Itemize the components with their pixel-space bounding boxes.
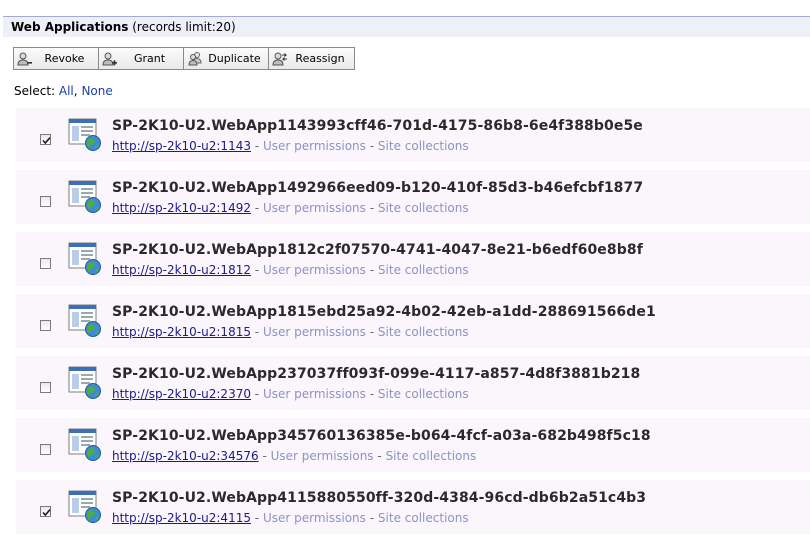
web-app-name: SP-2K10-U2.WebApp237037ff093f-099e-4117-… [112,366,641,382]
web-app-url-link[interactable]: http://sp-2k10-u2:34576 [112,449,259,463]
link-separator: - [369,387,375,401]
web-application-icon [68,118,102,152]
link-separator: - [254,511,260,525]
duplicate-button[interactable]: Duplicate [184,48,269,69]
select-controls: Select: All, None [14,84,113,98]
list-item: SP-2K10-U2.WebApp1143993cff46-701d-4175-… [16,108,810,162]
link-separator: - [369,325,375,339]
web-app-links: http://sp-2k10-u2:1812 - User permission… [112,263,469,277]
checkmark-icon [42,137,51,145]
list-item: SP-2K10-U2.WebApp1812c2f07570-4741-4047-… [16,232,810,286]
link-separator: - [254,387,260,401]
list-item: SP-2K10-U2.WebApp237037ff093f-099e-4117-… [16,356,810,410]
records-limit: (records limit:20) [132,20,236,34]
web-app-name: SP-2K10-U2.WebApp1812c2f07570-4741-4047-… [112,242,643,258]
web-app-name: SP-2K10-U2.WebApp1143993cff46-701d-4175-… [112,118,643,134]
user-remove-icon [17,51,33,67]
web-application-icon [68,180,102,214]
user-permissions-link[interactable]: User permissions [263,139,366,153]
link-separator: - [369,139,375,153]
row-checkbox[interactable] [40,258,51,269]
grant-button[interactable]: Grant [99,48,184,69]
link-separator: - [254,325,260,339]
select-label: Select: [14,84,56,98]
web-app-url-link[interactable]: http://sp-2k10-u2:4115 [112,511,251,525]
web-application-icon [68,490,102,524]
web-app-name: SP-2K10-U2.WebApp1815ebd25a92-4b02-42eb-… [112,304,656,320]
link-separator: - [254,139,260,153]
row-checkbox[interactable] [40,382,51,393]
site-collections-link[interactable]: Site collections [378,201,469,215]
reassign-button[interactable]: Reassign [269,48,354,69]
list-item: SP-2K10-U2.WebApp345760136385e-b064-4fcf… [16,418,810,472]
row-checkbox[interactable] [40,506,51,517]
select-all-link[interactable]: All [59,84,74,98]
user-permissions-link[interactable]: User permissions [263,201,366,215]
web-app-name: SP-2K10-U2.WebApp1492966eed09-b120-410f-… [112,180,644,196]
user-reassign-icon [272,51,288,67]
web-app-links: http://sp-2k10-u2:2370 - User permission… [112,387,469,401]
user-permissions-link[interactable]: User permissions [271,449,374,463]
section-header: Web Applications (records limit:20) [3,16,810,37]
link-separator: - [254,263,260,277]
link-separator: - [262,449,267,463]
site-collections-link[interactable]: Site collections [386,449,477,463]
web-app-name: SP-2K10-U2.WebApp345760136385e-b064-4fcf… [112,428,651,444]
user-permissions-link[interactable]: User permissions [263,511,366,525]
web-app-url-link[interactable]: http://sp-2k10-u2:2370 [112,387,251,401]
link-separator: - [369,511,375,525]
select-none-link[interactable]: None [81,84,112,98]
reassign-label: Reassign [295,52,345,65]
list-item: SP-2K10-U2.WebApp1815ebd25a92-4b02-42eb-… [16,294,810,348]
web-app-url-link[interactable]: http://sp-2k10-u2:1812 [112,263,251,277]
web-app-url-link[interactable]: http://sp-2k10-u2:1143 [112,139,251,153]
web-app-links: http://sp-2k10-u2:1492 - User permission… [112,201,469,215]
user-permissions-link[interactable]: User permissions [263,325,366,339]
web-app-url-link[interactable]: http://sp-2k10-u2:1815 [112,325,251,339]
grant-label: Grant [133,52,166,65]
site-collections-link[interactable]: Site collections [378,511,469,525]
web-app-links: http://sp-2k10-u2:4115 - User permission… [112,511,469,525]
web-application-icon [68,304,102,338]
site-collections-link[interactable]: Site collections [378,325,469,339]
revoke-button[interactable]: Revoke [14,48,99,69]
web-app-links: http://sp-2k10-u2:1815 - User permission… [112,325,469,339]
site-collections-link[interactable]: Site collections [378,263,469,277]
row-checkbox[interactable] [40,196,51,207]
toolbar: Revoke Grant Duplicate Reassign [13,47,355,70]
row-checkbox[interactable] [40,134,51,145]
list-item: SP-2K10-U2.WebApp1492966eed09-b120-410f-… [16,170,810,224]
web-application-icon [68,366,102,400]
row-checkbox[interactable] [40,320,51,331]
users-duplicate-icon [187,51,203,67]
web-app-links: http://sp-2k10-u2:1143 - User permission… [112,139,469,153]
checkmark-icon [42,509,51,517]
user-add-icon [102,51,118,67]
link-separator: - [369,201,375,215]
user-permissions-link[interactable]: User permissions [263,387,366,401]
row-checkbox[interactable] [40,444,51,455]
web-app-links: http://sp-2k10-u2:34576 - User permissio… [112,449,476,463]
list-item: SP-2K10-U2.WebApp4115880550ff-320d-4384-… [16,480,810,534]
link-separator: - [254,201,260,215]
link-separator: - [369,263,375,277]
web-application-icon [68,242,102,276]
site-collections-link[interactable]: Site collections [378,139,469,153]
web-application-icon [68,428,102,462]
section-title: Web Applications [11,20,129,34]
revoke-label: Revoke [44,52,85,65]
web-app-name: SP-2K10-U2.WebApp4115880550ff-320d-4384-… [112,490,647,506]
web-app-url-link[interactable]: http://sp-2k10-u2:1492 [112,201,251,215]
link-separator: - [377,449,382,463]
site-collections-link[interactable]: Site collections [378,387,469,401]
user-permissions-link[interactable]: User permissions [263,263,366,277]
duplicate-label: Duplicate [208,52,261,65]
